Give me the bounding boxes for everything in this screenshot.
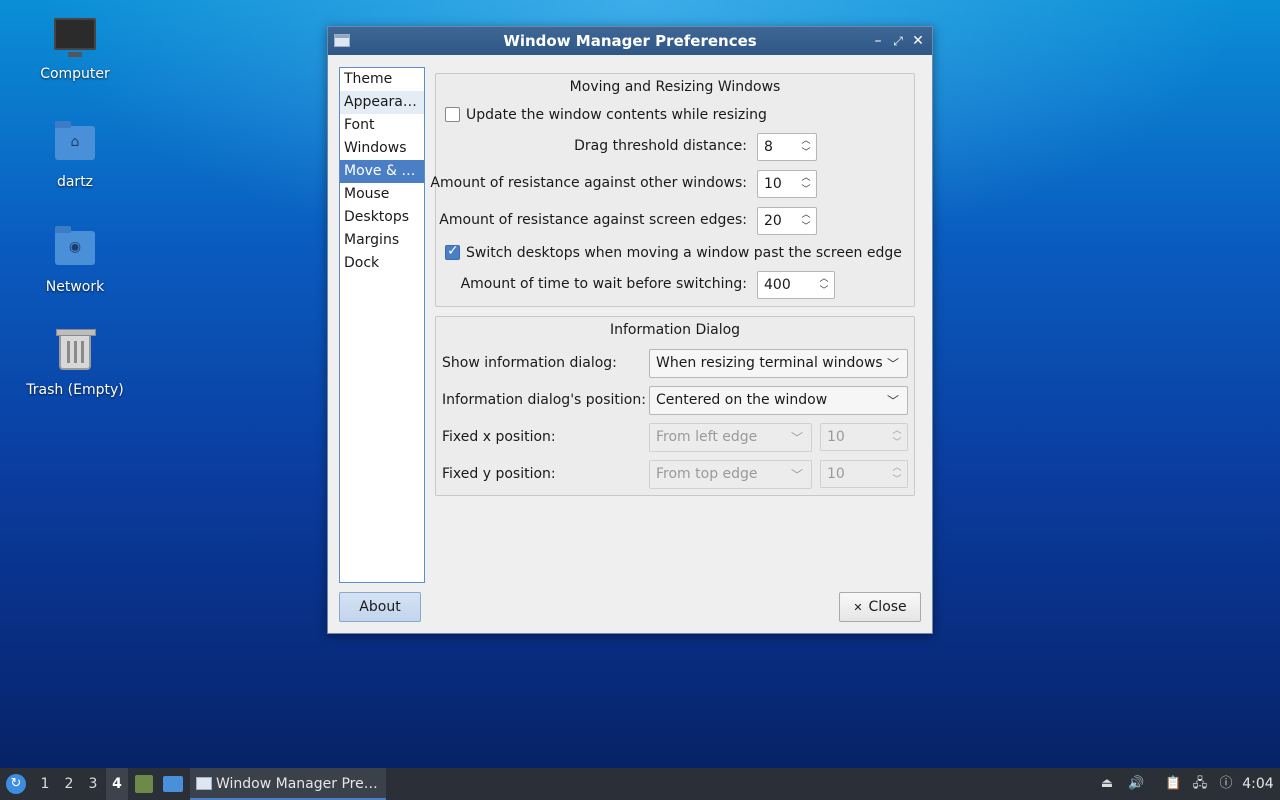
spinner-arrows-icon[interactable]: ︿ ﹀ (800, 209, 812, 233)
sidebar-item-font[interactable]: Font (340, 114, 424, 137)
wait-time-label: Amount of time to wait before switching: (460, 276, 747, 292)
clipboard-icon[interactable]: 📋 (1165, 776, 1181, 792)
network-icon[interactable]: 🖧 (1192, 776, 1208, 792)
workspace-3[interactable]: 3 (82, 768, 104, 800)
spinner-arrows-icon[interactable]: ︿ ﹀ (818, 273, 830, 297)
sidebar-item-dock[interactable]: Dock (340, 252, 424, 275)
sidebar-item-margins[interactable]: Margins (340, 229, 424, 252)
resist-edges-spinner[interactable]: 20 ︿ ﹀ (757, 207, 817, 235)
task-label: Window Manager Pre… (216, 776, 378, 792)
notification-icon[interactable]: ⓘ (1218, 776, 1234, 792)
drag-threshold-spinner[interactable]: 8 ︿ ﹀ (757, 133, 817, 161)
taskbar: ↻ 1 2 3 4 Window Manager Pre… ⏏ 🔊 📋 🖧 ⓘ … (0, 768, 1280, 800)
update-contents-label: Update the window contents while resizin… (466, 107, 767, 123)
show-dialog-label: Show information dialog: (442, 355, 617, 371)
fixed-x-spinner[interactable]: 10 ︿ ﹀ (820, 423, 908, 451)
desktop-icon-network[interactable]: ◉ Network (20, 225, 130, 295)
group-title: Moving and Resizing Windows (569, 79, 781, 95)
close-icon: ✕ (853, 601, 863, 614)
sidebar-item-windows[interactable]: Windows (340, 137, 424, 160)
desktop-icon-home[interactable]: ⌂ dartz (20, 120, 130, 190)
window-title: Window Manager Preferences (503, 32, 757, 50)
app-menu-icon[interactable]: ↻ (6, 774, 26, 794)
switch-desktops-checkbox[interactable] (445, 243, 460, 260)
chevron-down-icon: ﹀ (790, 468, 803, 482)
workspace-1[interactable]: 1 (34, 768, 56, 800)
sidebar-item-move-resize[interactable]: Move & … (340, 160, 424, 183)
chevron-down-icon: ﹀ (790, 431, 803, 445)
home-folder-icon: ⌂ (55, 121, 95, 160)
desktop-icon-computer[interactable]: Computer (20, 14, 130, 82)
group-title: Information Dialog (609, 322, 741, 338)
show-desktop-icon[interactable] (163, 776, 183, 792)
resist-windows-spinner[interactable]: 10 ︿ ﹀ (757, 170, 817, 198)
category-list[interactable]: Theme Appeara… Font Windows Move & … Mou… (339, 67, 425, 583)
resist-windows-label: Amount of resistance against other windo… (430, 175, 747, 191)
desktop-icon-label: Trash (Empty) (26, 382, 124, 398)
wait-time-spinner[interactable]: 400 ︿ ﹀ (757, 271, 835, 299)
eject-icon[interactable]: ⏏ (1099, 776, 1115, 792)
sidebar-item-theme[interactable]: Theme (340, 68, 424, 91)
trash-icon (56, 329, 96, 370)
desktop-icon-trash[interactable]: Trash (Empty) (20, 329, 130, 398)
chevron-down-icon: ﹀ (886, 357, 899, 371)
sidebar-item-appearance[interactable]: Appeara… (340, 91, 424, 114)
file-manager-launcher-icon[interactable] (135, 775, 153, 793)
desktop-icon-label: Computer (40, 66, 110, 82)
dropdown-value: Centered on the window (656, 392, 828, 408)
switch-desktops-label: Switch desktops when moving a window pas… (466, 245, 902, 261)
drag-threshold-label: Drag threshold distance: (574, 138, 747, 154)
fixed-y-label: Fixed y position: (442, 466, 556, 482)
spinner-value: 10 (827, 466, 845, 482)
close-button[interactable]: ✕ Close (839, 592, 921, 622)
about-button[interactable]: About (339, 592, 421, 622)
show-dialog-dropdown[interactable]: When resizing terminal windows ﹀ (649, 349, 908, 378)
taskbar-task-window-manager[interactable]: Window Manager Pre… (190, 768, 386, 800)
preferences-window: Window Manager Preferences – ⤢ ✕ Theme A… (327, 26, 933, 634)
information-dialog-group: Information Dialog Show information dial… (435, 316, 915, 496)
spinner-value: 400 (764, 277, 791, 293)
moving-resizing-group: Moving and Resizing Windows Update the w… (430, 73, 915, 307)
fixed-y-edge-dropdown[interactable]: From top edge ﹀ (649, 460, 812, 489)
dropdown-value: When resizing terminal windows (656, 355, 883, 371)
volume-icon[interactable]: 🔊 (1128, 776, 1144, 792)
window-icon (196, 777, 212, 790)
fixed-x-edge-dropdown[interactable]: From left edge ﹀ (649, 423, 812, 452)
minimize-button[interactable]: – (869, 31, 887, 51)
workspace-2[interactable]: 2 (58, 768, 80, 800)
dialog-position-label: Information dialog's position: (442, 392, 646, 408)
spinner-arrows-icon[interactable]: ︿ ﹀ (891, 425, 903, 449)
fixed-x-label: Fixed x position: (442, 429, 556, 445)
spinner-value: 20 (764, 213, 782, 229)
workspace-4[interactable]: 4 (106, 768, 128, 800)
dropdown-value: From left edge (656, 429, 758, 445)
spinner-value: 10 (827, 429, 845, 445)
spinner-arrows-icon[interactable]: ︿ ﹀ (800, 172, 812, 196)
computer-icon (54, 18, 96, 57)
fixed-y-spinner[interactable]: 10 ︿ ﹀ (820, 460, 908, 488)
network-folder-icon: ◉ (55, 226, 95, 265)
maximize-button[interactable]: ⤢ (889, 31, 907, 51)
chevron-down-icon: ﹀ (886, 394, 899, 408)
spinner-arrows-icon[interactable]: ︿ ﹀ (800, 135, 812, 159)
clock[interactable]: 4:04 (1240, 768, 1276, 800)
window-titlebar[interactable]: Window Manager Preferences – ⤢ ✕ (328, 27, 932, 55)
dialog-position-dropdown[interactable]: Centered on the window ﹀ (649, 386, 908, 415)
resist-edges-label: Amount of resistance against screen edge… (439, 212, 747, 228)
desktop-icon-label: dartz (56, 174, 94, 190)
spinner-value: 10 (764, 176, 782, 192)
update-contents-checkbox[interactable] (445, 107, 460, 122)
close-window-button[interactable]: ✕ (909, 31, 927, 51)
dropdown-value: From top edge (656, 466, 758, 482)
spinner-value: 8 (764, 139, 773, 155)
sidebar-item-mouse[interactable]: Mouse (340, 183, 424, 206)
close-button-label: Close (868, 599, 907, 615)
spinner-arrows-icon[interactable]: ︿ ﹀ (891, 462, 903, 486)
sidebar-item-desktops[interactable]: Desktops (340, 206, 424, 229)
desktop-icon-label: Network (45, 279, 105, 295)
